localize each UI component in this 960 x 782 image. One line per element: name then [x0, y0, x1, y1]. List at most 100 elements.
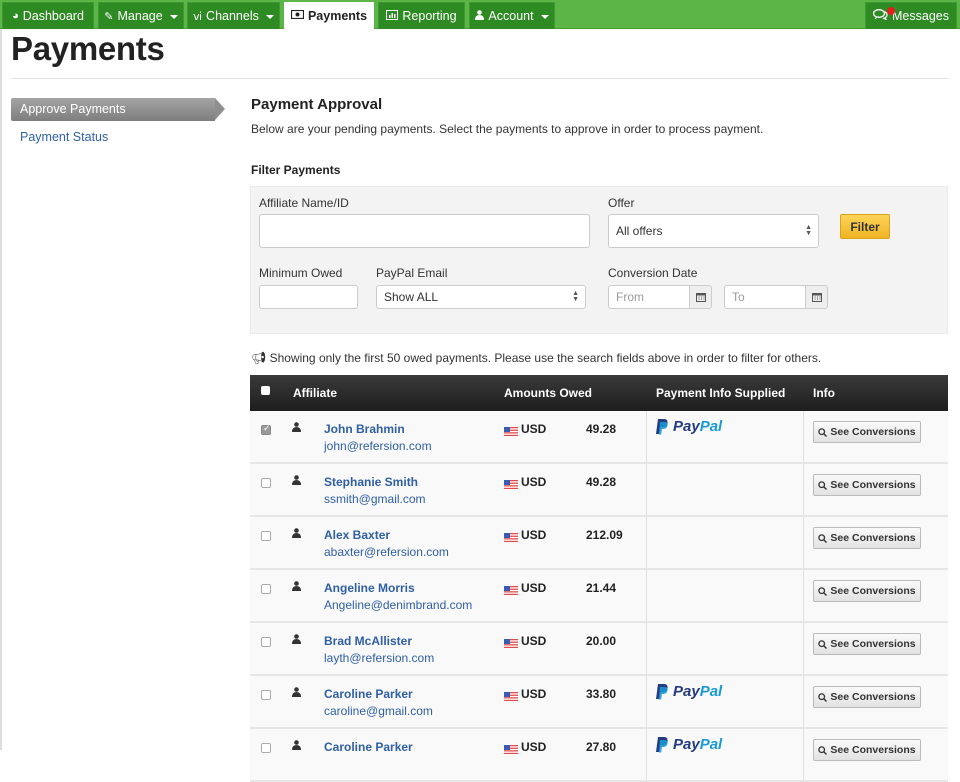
table-row: Caroline Parker caroline@gmail.com USD 3… — [250, 676, 948, 729]
see-conversions-button[interactable]: See Conversions — [813, 633, 921, 655]
calendar-icon — [695, 293, 706, 302]
affiliate-name-link[interactable]: Caroline Parker — [324, 687, 413, 701]
affiliate-input[interactable] — [259, 214, 590, 248]
affiliate-email-link[interactable]: layth@refersion.com — [324, 651, 434, 665]
table-row: Caroline Parker USD 27.80 PayPal See Con… — [250, 729, 948, 782]
sidebar-item-approve-payments[interactable]: Approve Payments — [11, 98, 225, 121]
affiliate-email-link[interactable]: caroline@gmail.com — [324, 704, 433, 718]
row-checkbox[interactable] — [261, 584, 271, 594]
column-divider — [803, 729, 804, 780]
caret-down-icon — [265, 15, 274, 19]
column-divider — [803, 676, 804, 727]
date-to-input[interactable]: To — [724, 285, 806, 309]
filter-button[interactable]: Filter — [840, 214, 890, 239]
paypal-logo: PayPal — [656, 736, 722, 753]
affiliate-name-link[interactable]: Angeline Morris — [324, 581, 415, 595]
payments-table: Affiliate Amounts Owed Payment Info Supp… — [250, 375, 948, 782]
currency-code: USD — [521, 475, 547, 489]
row-checkbox[interactable] — [261, 743, 271, 753]
paypal-email-selected: Show ALL — [384, 290, 439, 304]
filter-title: Filter Payments — [251, 163, 341, 177]
us-flag-icon — [504, 690, 518, 701]
tab-manage[interactable]: ✎ Manage — [98, 2, 184, 29]
messages-button[interactable]: Messages — [865, 2, 957, 29]
tab-channels[interactable]: ⅵ Channels — [187, 2, 280, 29]
affiliate-name-link[interactable]: John Brahmin — [324, 422, 405, 436]
us-flag-icon — [504, 478, 518, 489]
currency-code: USD — [521, 528, 547, 542]
section-description: Below are your pending payments. Select … — [251, 122, 764, 136]
user-icon — [475, 9, 485, 23]
search-icon — [818, 586, 828, 596]
user-icon — [292, 421, 301, 435]
sidebar-item-payment-status[interactable]: Payment Status — [20, 130, 108, 144]
paypal-logo: PayPal — [656, 683, 722, 700]
paypal-pay-text: Pay — [673, 683, 700, 700]
date-to-calendar-button[interactable] — [806, 285, 828, 309]
currency-code: USD — [521, 422, 547, 436]
see-conversions-button[interactable]: See Conversions — [813, 580, 921, 602]
column-divider — [803, 517, 804, 568]
amount-owed: 49.28 — [586, 475, 617, 489]
date-from-calendar-button[interactable] — [690, 285, 712, 309]
table-row: Angeline Morris Angeline@denimbrand.com … — [250, 570, 948, 623]
row-checkbox[interactable] — [261, 637, 271, 647]
paypal-pal-text: Pal — [699, 736, 723, 753]
select-arrows-icon: ▲ ▼ — [572, 290, 579, 303]
notice-message: Showing only the first 50 owed payments.… — [269, 351, 822, 365]
paypal-email-label: PayPal Email — [376, 266, 448, 280]
amount-owed: 27.80 — [586, 740, 617, 754]
table-row: John Brahmin john@refersion.com USD 49.2… — [250, 411, 948, 464]
tab-account[interactable]: Account — [469, 2, 555, 29]
see-conversions-button[interactable]: See Conversions — [813, 474, 921, 496]
paypal-pay-text: Pay — [673, 736, 700, 753]
min-owed-input[interactable] — [259, 285, 358, 309]
affiliate-name-link[interactable]: Caroline Parker — [324, 740, 413, 754]
currency-code: USD — [521, 687, 547, 701]
search-icon — [818, 745, 828, 755]
paypal-email-select[interactable]: Show ALL ▲ ▼ — [376, 285, 586, 309]
row-checkbox[interactable] — [261, 423, 271, 435]
see-conversions-label: See Conversions — [830, 691, 916, 703]
tab-dashboard[interactable]: ◕ Dashboard — [2, 2, 94, 29]
bar-chart-icon — [386, 9, 399, 23]
table-row: Brad McAllister layth@refersion.com USD … — [250, 623, 948, 676]
rss-icon: ⅵ — [193, 10, 203, 23]
paypal-icon — [656, 418, 668, 434]
see-conversions-button[interactable]: See Conversions — [813, 739, 921, 761]
affiliate-name-link[interactable]: Brad McAllister — [324, 634, 412, 648]
user-icon — [292, 527, 301, 541]
column-divider — [803, 411, 804, 462]
tab-reporting[interactable]: Reporting — [378, 2, 465, 29]
select-arrows-icon: ▲ ▼ — [805, 224, 812, 237]
page-title: Payments — [11, 30, 165, 67]
affiliate-name-link[interactable]: Stephanie Smith — [324, 475, 418, 489]
us-flag-icon — [504, 584, 518, 595]
see-conversions-button[interactable]: See Conversions — [813, 527, 921, 549]
header-payment-info: Payment Info Supplied — [656, 386, 786, 400]
affiliate-label: Affiliate Name/ID — [259, 196, 349, 210]
date-from-input[interactable]: From — [608, 285, 690, 309]
affiliate-email-link[interactable]: ssmith@gmail.com — [324, 492, 426, 506]
affiliate-email-link[interactable]: john@refersion.com — [324, 439, 432, 453]
see-conversions-button[interactable]: See Conversions — [813, 421, 921, 443]
offer-select[interactable]: All offers ▲ ▼ — [608, 214, 819, 248]
row-checkbox[interactable] — [261, 690, 271, 700]
search-icon — [818, 639, 828, 649]
us-flag-icon — [504, 637, 518, 648]
row-checkbox[interactable] — [261, 531, 271, 541]
column-divider — [646, 570, 647, 621]
paypal-pal-text: Pal — [699, 418, 723, 435]
select-all-checkbox[interactable] — [261, 386, 270, 395]
affiliate-email-link[interactable]: abaxter@refersion.com — [324, 545, 449, 559]
affiliate-email-link[interactable]: Angeline@denimbrand.com — [324, 598, 472, 612]
user-icon — [292, 739, 301, 753]
calendar-icon — [811, 293, 822, 302]
paypal-icon — [656, 683, 668, 699]
see-conversions-button[interactable]: See Conversions — [813, 686, 921, 708]
money-icon — [290, 9, 305, 22]
affiliate-name-link[interactable]: Alex Baxter — [324, 528, 390, 542]
tab-payments[interactable]: Payments — [284, 2, 374, 29]
column-divider — [646, 411, 647, 462]
row-checkbox[interactable] — [261, 478, 271, 488]
